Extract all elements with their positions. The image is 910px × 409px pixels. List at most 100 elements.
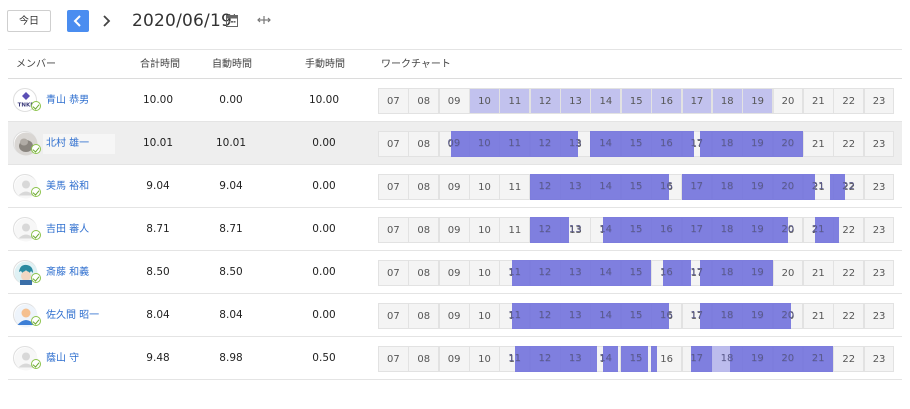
work-segment[interactable] bbox=[511, 260, 652, 286]
table-row[interactable]: 美馬 裕和 9.04 9.04 0.00 07080910111213141516171… bbox=[8, 165, 902, 208]
auto-time: 8.98 bbox=[219, 352, 243, 364]
expand-arrows-icon[interactable] bbox=[257, 13, 271, 27]
hour-cell: 16 bbox=[651, 88, 683, 114]
calendar-icon[interactable] bbox=[226, 14, 238, 27]
toolbar: 今日 2020/06/19 bbox=[0, 0, 910, 44]
work-segment[interactable] bbox=[529, 174, 670, 200]
avatar[interactable]: TNKP bbox=[13, 88, 41, 112]
chevron-left-icon bbox=[73, 15, 81, 27]
auto-time: 8.50 bbox=[219, 266, 243, 278]
work-segment[interactable] bbox=[742, 131, 803, 157]
work-chart[interactable]: 0708091011121314151617181920212223111213… bbox=[378, 260, 895, 286]
work-segment[interactable] bbox=[590, 131, 694, 157]
member-name-link[interactable]: 佐久間 昭一 bbox=[46, 294, 99, 337]
today-button[interactable]: 今日 bbox=[7, 10, 51, 32]
work-chart[interactable]: 0708091011121314151617181920212223121314… bbox=[378, 217, 895, 243]
online-status-icon bbox=[31, 230, 41, 240]
current-date: 2020/06/19 bbox=[132, 11, 232, 31]
total-time: 8.71 bbox=[146, 223, 170, 235]
hour-cell: 09 bbox=[438, 346, 470, 372]
hour-cell: 23 bbox=[863, 174, 895, 200]
online-status-icon bbox=[31, 101, 41, 111]
avatar[interactable] bbox=[13, 131, 41, 156]
table-row[interactable]: 斎藤 和義 8.50 8.50 0.00 07080910111213141516171… bbox=[8, 251, 902, 294]
hour-cell: 14 bbox=[590, 88, 622, 114]
chevron-right-icon bbox=[103, 15, 111, 27]
hour-cell: 08 bbox=[408, 303, 440, 329]
member-name-link[interactable]: 斎藤 和義 bbox=[46, 251, 89, 294]
work-segment[interactable] bbox=[830, 174, 846, 200]
manual-segment[interactable] bbox=[711, 346, 731, 372]
work-segment[interactable] bbox=[690, 346, 712, 372]
table-row[interactable]: 吉田 審人 8.71 8.71 0.00 07080910111213141516171… bbox=[8, 208, 902, 251]
member-name-link[interactable]: 吉田 審人 bbox=[46, 208, 89, 251]
hour-cell: 23 bbox=[863, 346, 895, 372]
hour-cell: 20 bbox=[772, 88, 804, 114]
hour-cell: 09 bbox=[438, 174, 470, 200]
hour-cell: 13 bbox=[560, 88, 591, 114]
work-segment[interactable] bbox=[602, 217, 788, 243]
work-segment[interactable] bbox=[651, 346, 658, 372]
member-name-link[interactable]: 青山 恭男 bbox=[46, 79, 89, 122]
hour-cell: 11 bbox=[499, 217, 531, 243]
total-time: 10.00 bbox=[142, 94, 174, 106]
hour-cell: 07 bbox=[378, 346, 409, 372]
hour-cell: 23 bbox=[863, 303, 895, 329]
next-day-button[interactable] bbox=[96, 10, 118, 32]
work-chart[interactable]: 0708091011121314151617181920212223111213… bbox=[378, 303, 895, 329]
header-manual-time[interactable]: 手動時間 bbox=[303, 50, 347, 80]
work-segment[interactable] bbox=[514, 346, 597, 372]
work-segment[interactable] bbox=[511, 303, 670, 329]
table-row[interactable]: 蔭山 守 9.48 8.98 0.50 070809101112131415161718… bbox=[8, 337, 902, 380]
work-chart[interactable]: 0708091011121314151617181920212223091011… bbox=[378, 131, 895, 157]
work-segment[interactable] bbox=[681, 174, 816, 200]
auto-time: 0.00 bbox=[219, 94, 243, 106]
avatar[interactable] bbox=[13, 260, 41, 285]
hour-cell: 10 bbox=[469, 88, 500, 114]
work-segment[interactable] bbox=[450, 131, 470, 157]
header-auto-time[interactable]: 自動時間 bbox=[210, 50, 254, 80]
hour-cell: 08 bbox=[408, 131, 440, 157]
member-name-link[interactable]: 美馬 裕和 bbox=[46, 165, 89, 208]
avatar[interactable] bbox=[13, 346, 41, 371]
work-segment[interactable] bbox=[529, 217, 570, 243]
hour-cell: 23 bbox=[863, 131, 895, 157]
work-segment[interactable] bbox=[620, 346, 649, 372]
work-segment[interactable] bbox=[815, 217, 840, 243]
table-row[interactable]: TNKP 青山 恭男 10.00 0.00 10.00 07 08 09 10 11 12 13 14 1… bbox=[8, 79, 902, 122]
table-row[interactable]: 佐久間 昭一 8.04 8.04 0.00 0708091011121314151617… bbox=[8, 294, 902, 337]
hour-cell: 15 bbox=[620, 88, 652, 114]
hour-cell: 09 bbox=[438, 88, 470, 114]
work-segment[interactable] bbox=[663, 260, 691, 286]
online-status-icon bbox=[31, 144, 41, 154]
work-segment[interactable] bbox=[699, 303, 791, 329]
hour-cell: 22 bbox=[833, 260, 865, 286]
hour-cell: 20 bbox=[772, 260, 804, 286]
total-time: 8.04 bbox=[146, 309, 170, 321]
hour-cell: 07 bbox=[378, 260, 409, 286]
online-status-icon bbox=[31, 273, 41, 283]
table-row[interactable]: 北村 雄一 10.01 10.01 0.00 070809101112131415161… bbox=[8, 122, 902, 165]
member-name-link[interactable]: 蔭山 守 bbox=[46, 337, 79, 380]
member-name-link[interactable]: 北村 雄一 bbox=[46, 122, 89, 165]
online-status-icon bbox=[31, 359, 41, 369]
work-chart[interactable]: 0708091011121314151617181920212223111213… bbox=[378, 346, 895, 372]
work-segment[interactable] bbox=[602, 346, 618, 372]
work-segment[interactable] bbox=[699, 131, 743, 157]
work-chart[interactable]: 0708091011121314151617181920212223121314… bbox=[378, 174, 895, 200]
prev-day-button[interactable] bbox=[67, 10, 89, 32]
hour-cell: 08 bbox=[408, 260, 440, 286]
work-segment[interactable] bbox=[699, 260, 773, 286]
avatar[interactable] bbox=[13, 303, 41, 328]
hour-cell: 09 bbox=[438, 217, 470, 243]
total-time: 9.48 bbox=[146, 352, 170, 364]
hour-cell: 07 bbox=[378, 131, 409, 157]
hour-cell: 10 bbox=[469, 174, 500, 200]
work-chart[interactable]: 07 08 09 10 11 12 13 14 15 16 17 18 19 20 21 22 23 bbox=[378, 88, 895, 114]
header-total-time[interactable]: 合計時間 bbox=[139, 50, 181, 80]
online-status-icon bbox=[31, 187, 41, 197]
work-segment[interactable] bbox=[730, 346, 834, 372]
avatar[interactable] bbox=[13, 217, 41, 242]
avatar[interactable] bbox=[13, 174, 41, 199]
work-segment[interactable] bbox=[469, 131, 579, 157]
